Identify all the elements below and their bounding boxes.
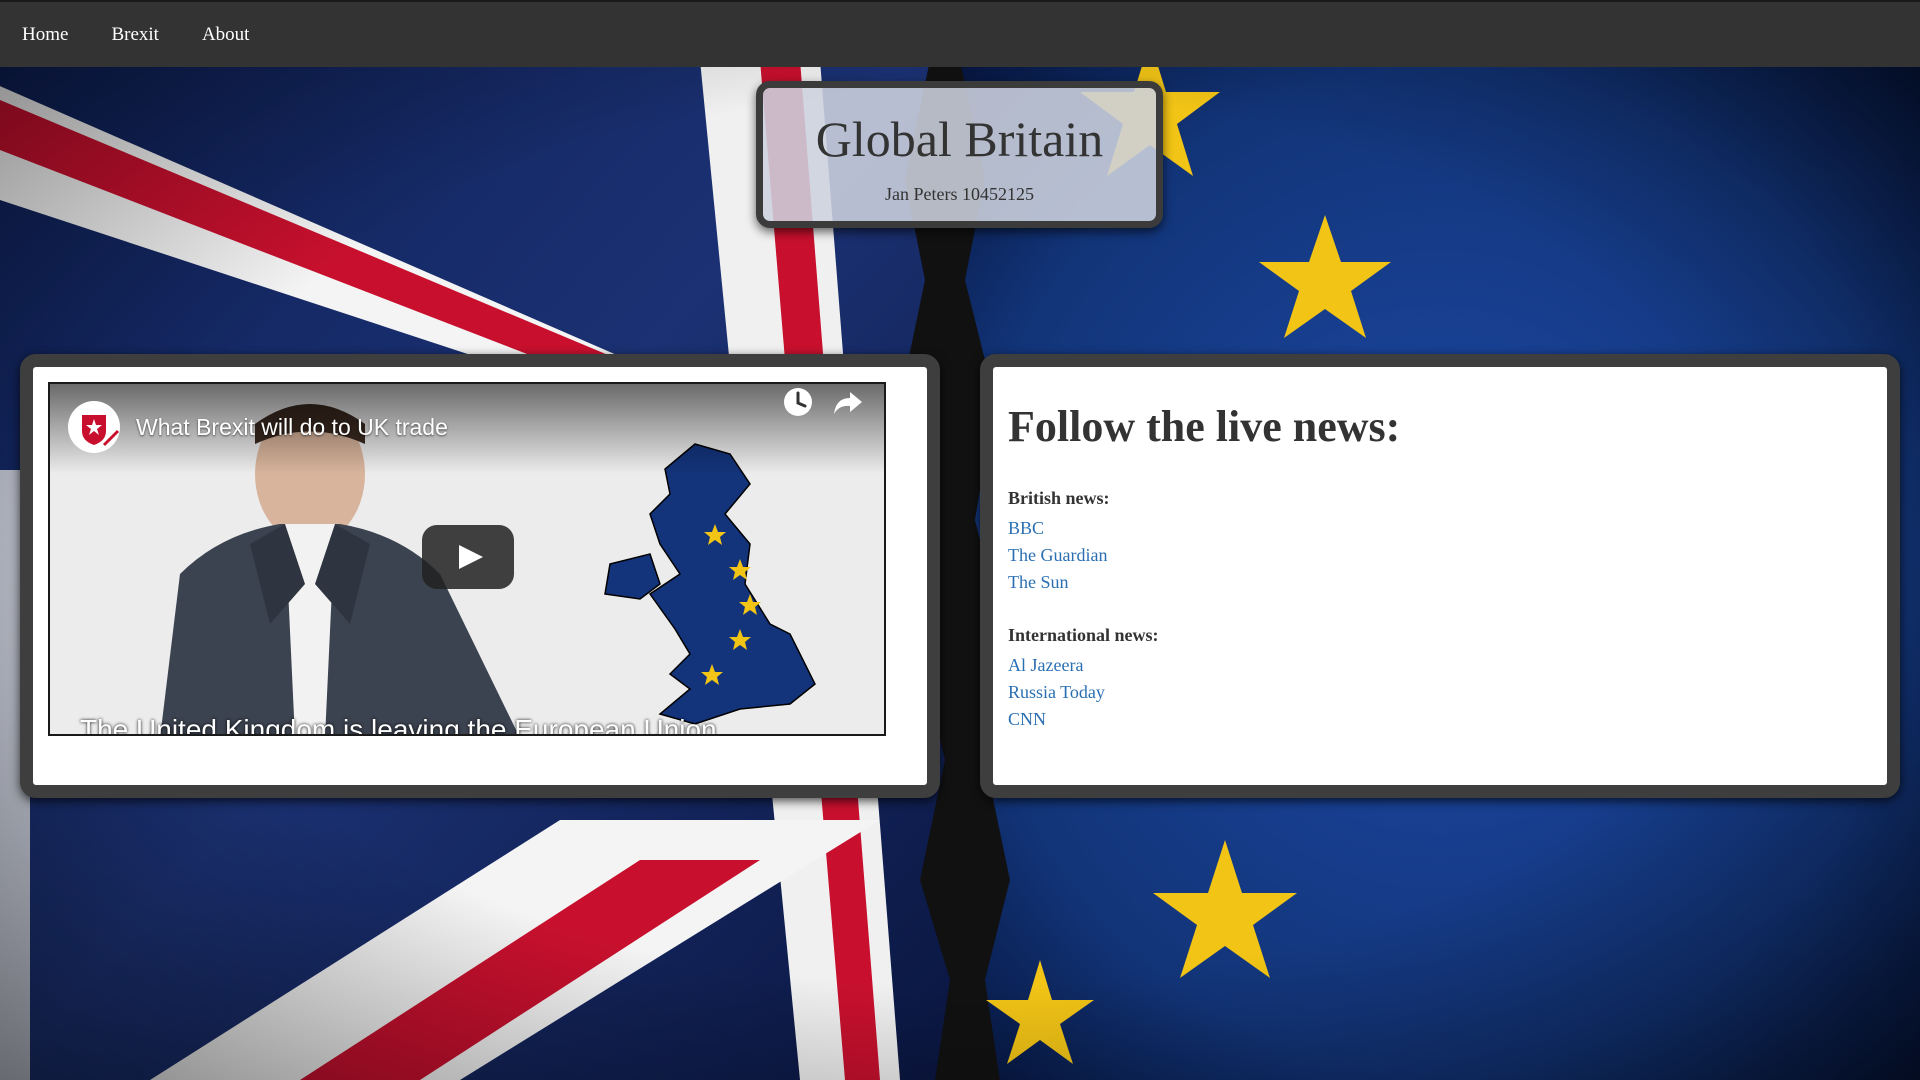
site-header-box: Global Britain Jan Peters 10452125 bbox=[756, 81, 1163, 228]
international-news-group: International news: Al Jazeera Russia To… bbox=[1008, 625, 1159, 733]
bbc-link[interactable]: BBC bbox=[1008, 515, 1110, 542]
international-news-label: International news: bbox=[1008, 625, 1159, 645]
cnn-link[interactable]: CNN bbox=[1008, 706, 1159, 733]
share-icon[interactable] bbox=[830, 384, 866, 420]
embedded-video-player[interactable]: What Brexit will do to UK trade The Unit… bbox=[48, 382, 886, 736]
news-heading: Follow the live news: bbox=[1008, 402, 1401, 451]
nav-home-link[interactable]: Home bbox=[22, 24, 68, 46]
nav-about-link[interactable]: About bbox=[202, 24, 250, 46]
video-panel: What Brexit will do to UK trade The Unit… bbox=[20, 354, 940, 798]
british-news-group: British news: BBC The Guardian The Sun bbox=[1008, 488, 1110, 596]
video-caption: The United Kingdom is leaving the Europe… bbox=[80, 714, 717, 736]
author-subtitle: Jan Peters 10452125 bbox=[885, 184, 1034, 204]
video-title[interactable]: What Brexit will do to UK trade bbox=[136, 414, 448, 441]
watch-later-icon[interactable] bbox=[780, 384, 816, 420]
play-icon[interactable] bbox=[422, 525, 514, 589]
live-news-panel: Follow the live news: British news: BBC … bbox=[980, 354, 1900, 798]
nav-brexit-link[interactable]: Brexit bbox=[111, 24, 159, 46]
british-news-label: British news: bbox=[1008, 488, 1110, 508]
the-sun-link[interactable]: The Sun bbox=[1008, 569, 1110, 596]
page-title: Global Britain bbox=[815, 111, 1104, 167]
russia-today-link[interactable]: Russia Today bbox=[1008, 679, 1159, 706]
channel-logo[interactable] bbox=[68, 401, 120, 453]
top-navbar: Home Brexit About bbox=[0, 0, 1920, 67]
al-jazeera-link[interactable]: Al Jazeera bbox=[1008, 652, 1159, 679]
the-guardian-link[interactable]: The Guardian bbox=[1008, 542, 1110, 569]
